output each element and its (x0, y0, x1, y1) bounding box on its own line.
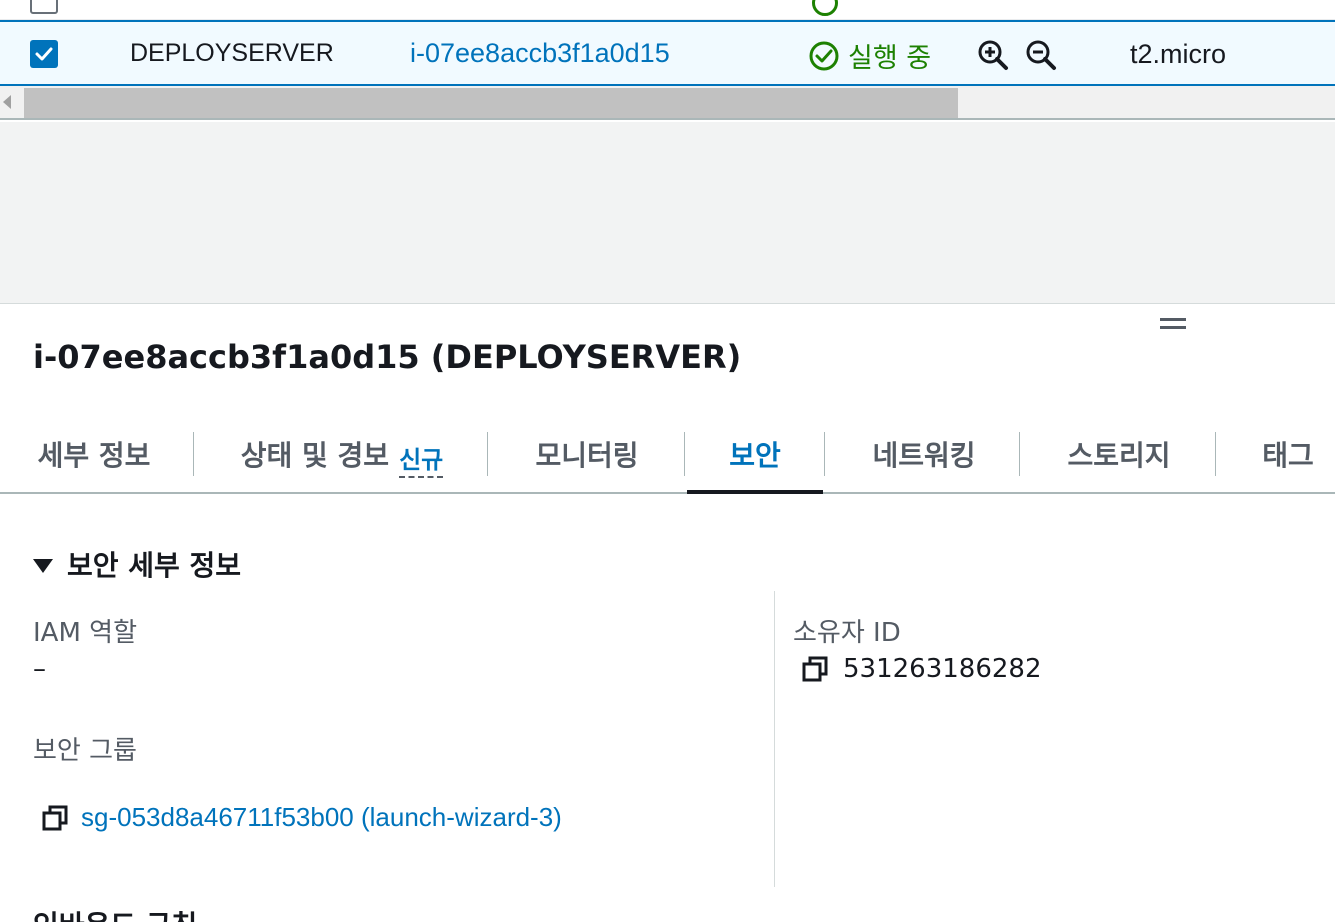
scroll-left-arrow-icon[interactable] (3, 95, 11, 109)
inbound-rules-header[interactable]: 인바운드 규칙 (33, 904, 197, 922)
tab-networking[interactable]: 네트워킹 (866, 430, 982, 492)
check-icon (35, 47, 53, 61)
row-checkbox-checked[interactable] (30, 40, 58, 68)
status-success-icon (812, 0, 838, 16)
security-details-toggle[interactable]: 보안 세부 정보 (33, 544, 241, 584)
panel-title: i-07ee8accb3f1a0d15 (DEPLOYSERVER) (33, 338, 742, 376)
owner-id-label: 소유자 ID (793, 618, 901, 648)
tab-divider (487, 432, 488, 476)
instance-state-label: 실행 중 (848, 43, 932, 74)
drag-handle-icon[interactable] (1160, 318, 1186, 332)
tab-label: 모니터링 (535, 439, 639, 472)
zoom-in-icon[interactable] (976, 38, 1010, 72)
tab-details[interactable]: 세부 정보 (34, 430, 154, 492)
copy-icon[interactable] (41, 804, 69, 832)
caret-down-icon (33, 559, 53, 573)
tab-monitoring[interactable]: 모니터링 (530, 430, 644, 492)
zoom-out-icon[interactable] (1024, 38, 1058, 72)
status-success-icon (809, 41, 839, 70)
tab-label: 세부 정보 (37, 439, 151, 472)
tab-label: 상태 및 경보 (240, 439, 390, 472)
tab-tags[interactable]: 태그 (1258, 430, 1318, 492)
table-row-partial (0, 0, 1335, 20)
tab-divider (684, 432, 685, 476)
details-panel: i-07ee8accb3f1a0d15 (DEPLOYSERVER) 세부 정보… (0, 304, 1335, 922)
new-badge: 신규 (399, 440, 444, 478)
tab-storage[interactable]: 스토리지 (1062, 430, 1176, 492)
tab-label: 스토리지 (1067, 439, 1171, 472)
security-groups-label: 보안 그룹 (33, 736, 137, 766)
column-divider (774, 591, 775, 887)
table-row-selected[interactable]: DEPLOYSERVER i-07ee8accb3f1a0d15 실행 중 t2… (0, 20, 1335, 86)
tab-label: 보안 (729, 439, 781, 472)
owner-id-item: 531263186282 (801, 654, 1042, 684)
copy-icon[interactable] (801, 655, 829, 683)
section-title: 보안 세부 정보 (67, 549, 242, 582)
scrollbar-thumb[interactable] (24, 88, 958, 118)
tab-security[interactable]: 보안 (687, 430, 823, 494)
tab-bar: 세부 정보 상태 및 경보 신규 모니터링 보안 네트워킹 스토리지 태그 (0, 424, 1335, 494)
tab-divider (1019, 432, 1020, 476)
tab-divider (824, 432, 825, 476)
instance-type: t2.micro (1130, 39, 1227, 69)
tab-divider (193, 432, 194, 476)
tab-label: 태그 (1262, 439, 1314, 472)
tab-status-alarms[interactable]: 상태 및 경보 신규 (236, 430, 448, 492)
tab-divider (1215, 432, 1216, 476)
iam-role-value: – (33, 654, 46, 684)
horizontal-scrollbar[interactable] (0, 86, 1335, 120)
instance-name: DEPLOYSERVER (130, 39, 334, 67)
owner-id-value: 531263186282 (843, 654, 1042, 684)
security-group-item: sg-053d8a46711f53b00 (launch-wizard-3) (41, 802, 562, 833)
instance-state: 실행 중 (808, 36, 931, 75)
row-checkbox[interactable] (30, 0, 58, 14)
instance-id-link[interactable]: i-07ee8accb3f1a0d15 (410, 38, 670, 69)
table-empty-area (0, 122, 1335, 304)
iam-role-label: IAM 역할 (33, 618, 137, 648)
tab-label: 네트워킹 (872, 439, 976, 472)
security-group-link[interactable]: sg-053d8a46711f53b00 (launch-wizard-3) (81, 802, 562, 833)
